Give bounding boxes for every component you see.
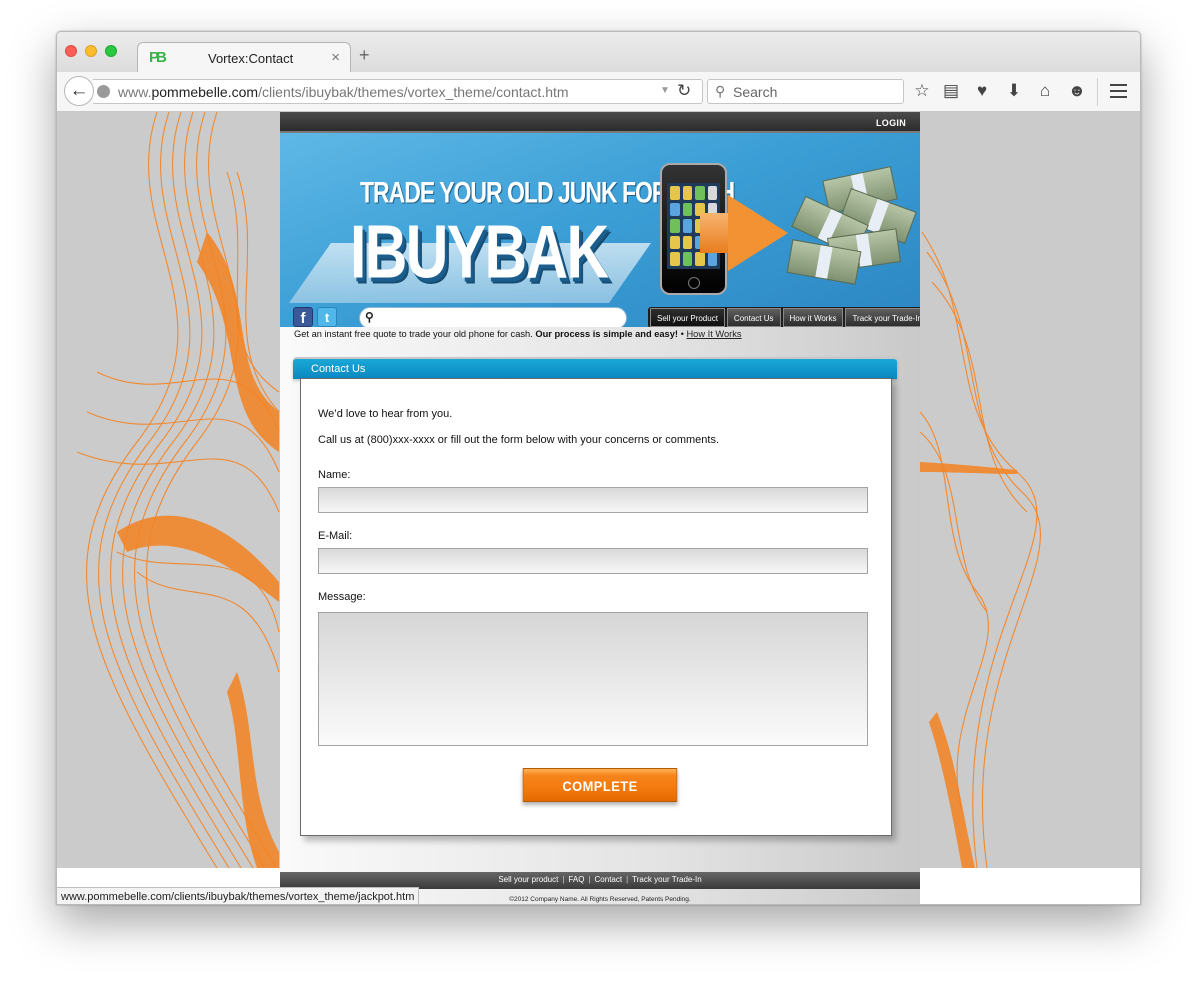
url-history-dropdown-icon[interactable]: ▼: [660, 85, 670, 96]
footer-link-contact[interactable]: Contact: [595, 875, 623, 884]
complete-button[interactable]: COMPLETE: [522, 768, 678, 802]
search-icon: ⚲: [715, 83, 726, 99]
browser-tab[interactable]: PB Vortex:Contact ×: [137, 42, 351, 73]
contact-panel-header: Contact Us: [293, 357, 897, 379]
chat-icon[interactable]: ☻: [1066, 80, 1088, 102]
message-label: Message:: [318, 591, 366, 603]
navigation-bar: www.pommebelle.com/clients/ibuybak/theme…: [57, 72, 1140, 112]
footer-links: Sell your product | FAQ | Contact | Track your…: [498, 875, 702, 884]
globe-icon: [97, 85, 110, 98]
site-top-bar: LOGIN: [280, 112, 920, 133]
menu-icon[interactable]: [1110, 84, 1127, 98]
back-button[interactable]: ←: [64, 76, 94, 106]
reload-icon[interactable]: ↻: [677, 81, 691, 101]
twitter-icon[interactable]: t: [317, 307, 337, 327]
download-icon[interactable]: ⬇: [1003, 80, 1025, 102]
intro-plain: Get an instant free quote to trade your …: [294, 329, 533, 339]
page-viewport: LOGIN TRADE YOUR OLD JUNK FOR CASH IBUYB…: [57, 112, 1140, 904]
login-link[interactable]: LOGIN: [876, 118, 906, 128]
intro-text: Get an instant free quote to trade your …: [294, 329, 742, 339]
intro-separator: •: [680, 329, 684, 339]
facebook-icon[interactable]: f: [293, 307, 313, 327]
window-minimize-button[interactable]: [85, 45, 97, 57]
new-tab-icon[interactable]: +: [359, 46, 370, 64]
menu-track-trade-in[interactable]: Track your Trade-In: [845, 308, 920, 327]
arrow-icon: [728, 195, 788, 271]
site-container: LOGIN TRADE YOUR OLD JUNK FOR CASH IBUYB…: [280, 112, 920, 904]
contact-panel-title: Contact Us: [311, 363, 366, 375]
menu-contact-us[interactable]: Contact Us: [726, 308, 781, 327]
main-menu: Sell your Product Contact Us How it Work…: [648, 307, 920, 327]
tab-strip: PB Vortex:Contact × +: [57, 32, 1140, 73]
footer-link-faq[interactable]: FAQ: [568, 875, 584, 884]
menu-sell-your-product[interactable]: Sell your Product: [650, 308, 725, 327]
pocket-icon[interactable]: ♥: [971, 80, 993, 102]
url-prefix: www.: [118, 84, 152, 100]
reading-list-icon[interactable]: ▤: [940, 80, 962, 102]
url-path: /clients/ibuybak/themes/vortex_theme/con…: [258, 84, 569, 100]
footer-link-sell[interactable]: Sell your product: [498, 875, 558, 884]
contact-instructions: Call us at (800)xxx-xxxx or fill out the…: [318, 434, 720, 446]
footer-link-track[interactable]: Track your Trade-In: [632, 875, 702, 884]
url-domain: pommebelle.com: [151, 84, 259, 100]
window-zoom-button[interactable]: [105, 45, 117, 57]
url-text[interactable]: www.pommebelle.com/clients/ibuybak/theme…: [118, 84, 569, 100]
site-search-input[interactable]: ⚲: [359, 307, 627, 327]
intro-bold: Our process is simple and easy!: [535, 329, 678, 339]
email-field[interactable]: [318, 548, 868, 574]
how-it-works-link[interactable]: How It Works: [686, 329, 741, 339]
brand-logo-text: IBUYBAK: [350, 210, 609, 295]
window-close-button[interactable]: [65, 45, 77, 57]
hero-banner: TRADE YOUR OLD JUNK FOR CASH IBUYBAK f t: [280, 133, 920, 327]
contact-greeting: We’d love to hear from you.: [318, 408, 453, 420]
menu-how-it-works[interactable]: How it Works: [782, 308, 844, 327]
tab-title: Vortex:Contact: [208, 51, 294, 66]
home-icon[interactable]: ⌂: [1034, 80, 1056, 102]
search-bar[interactable]: ⚲ Search: [707, 79, 904, 104]
status-bar-url: www.pommebelle.com/clients/ibuybak/theme…: [57, 887, 420, 904]
tab-close-icon[interactable]: ×: [331, 49, 340, 66]
browser-window: PB Vortex:Contact × + www.pommebelle.com…: [56, 31, 1141, 905]
message-field[interactable]: [318, 612, 868, 746]
search-icon: ⚲: [365, 310, 374, 324]
email-label: E-Mail:: [318, 530, 353, 542]
url-bar[interactable]: www.pommebelle.com/clients/ibuybak/theme…: [93, 79, 703, 104]
search-placeholder: Search: [733, 84, 778, 100]
toolbar-divider: [1097, 78, 1098, 106]
contact-panel: We’d love to hear from you. Call us at (…: [300, 378, 892, 836]
name-field[interactable]: [318, 487, 868, 513]
cash-stack-image: [785, 166, 917, 285]
name-label: Name:: [318, 469, 351, 481]
star-icon[interactable]: ☆: [911, 80, 933, 102]
site-favicon-icon: PB: [149, 49, 167, 66]
